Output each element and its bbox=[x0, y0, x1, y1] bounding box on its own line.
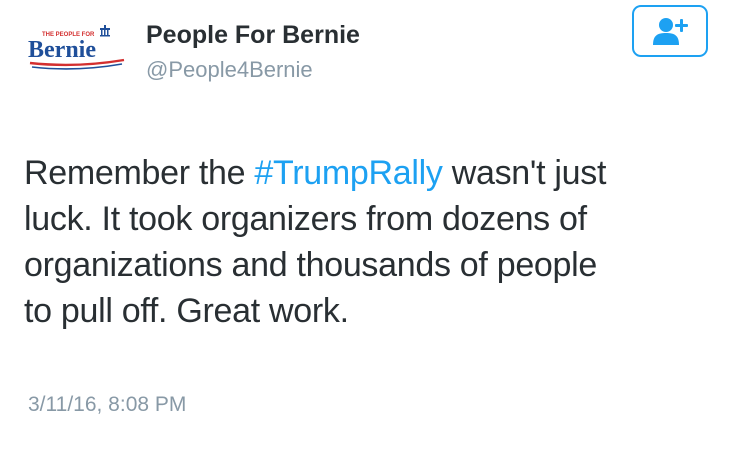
tweet-card: THE PEOPLE FOR Bernie People For Bernie … bbox=[0, 0, 750, 459]
tweet-line-3: organizations and thousands of people bbox=[24, 246, 598, 284]
handle[interactable]: @People4Bernie bbox=[146, 54, 313, 86]
tweet-text: Remember the #TrumpRally wasn't just luc… bbox=[24, 150, 739, 334]
tweet-line-1: Remember the #TrumpRally wasn't just bbox=[24, 150, 739, 196]
timestamp[interactable]: 3/11/16, 8:08 PM bbox=[28, 390, 186, 420]
logo-main-text: Bernie bbox=[28, 37, 96, 63]
add-user-icon bbox=[653, 18, 688, 45]
bernie-logo-icon: THE PEOPLE FOR Bernie bbox=[28, 25, 125, 70]
tweet-line-1-after: wasn't just bbox=[442, 154, 607, 192]
tweet-line-1-before: Remember the bbox=[24, 154, 255, 192]
tweet-line-4: to pull off. Great work. bbox=[24, 292, 349, 330]
avatar[interactable]: THE PEOPLE FOR Bernie bbox=[24, 22, 128, 74]
hashtag-link[interactable]: #TrumpRally bbox=[254, 154, 442, 192]
follow-button[interactable] bbox=[632, 5, 708, 57]
tweet-line-2: luck. It took organizers from dozens of bbox=[24, 200, 587, 238]
display-name[interactable]: People For Bernie bbox=[146, 18, 360, 52]
